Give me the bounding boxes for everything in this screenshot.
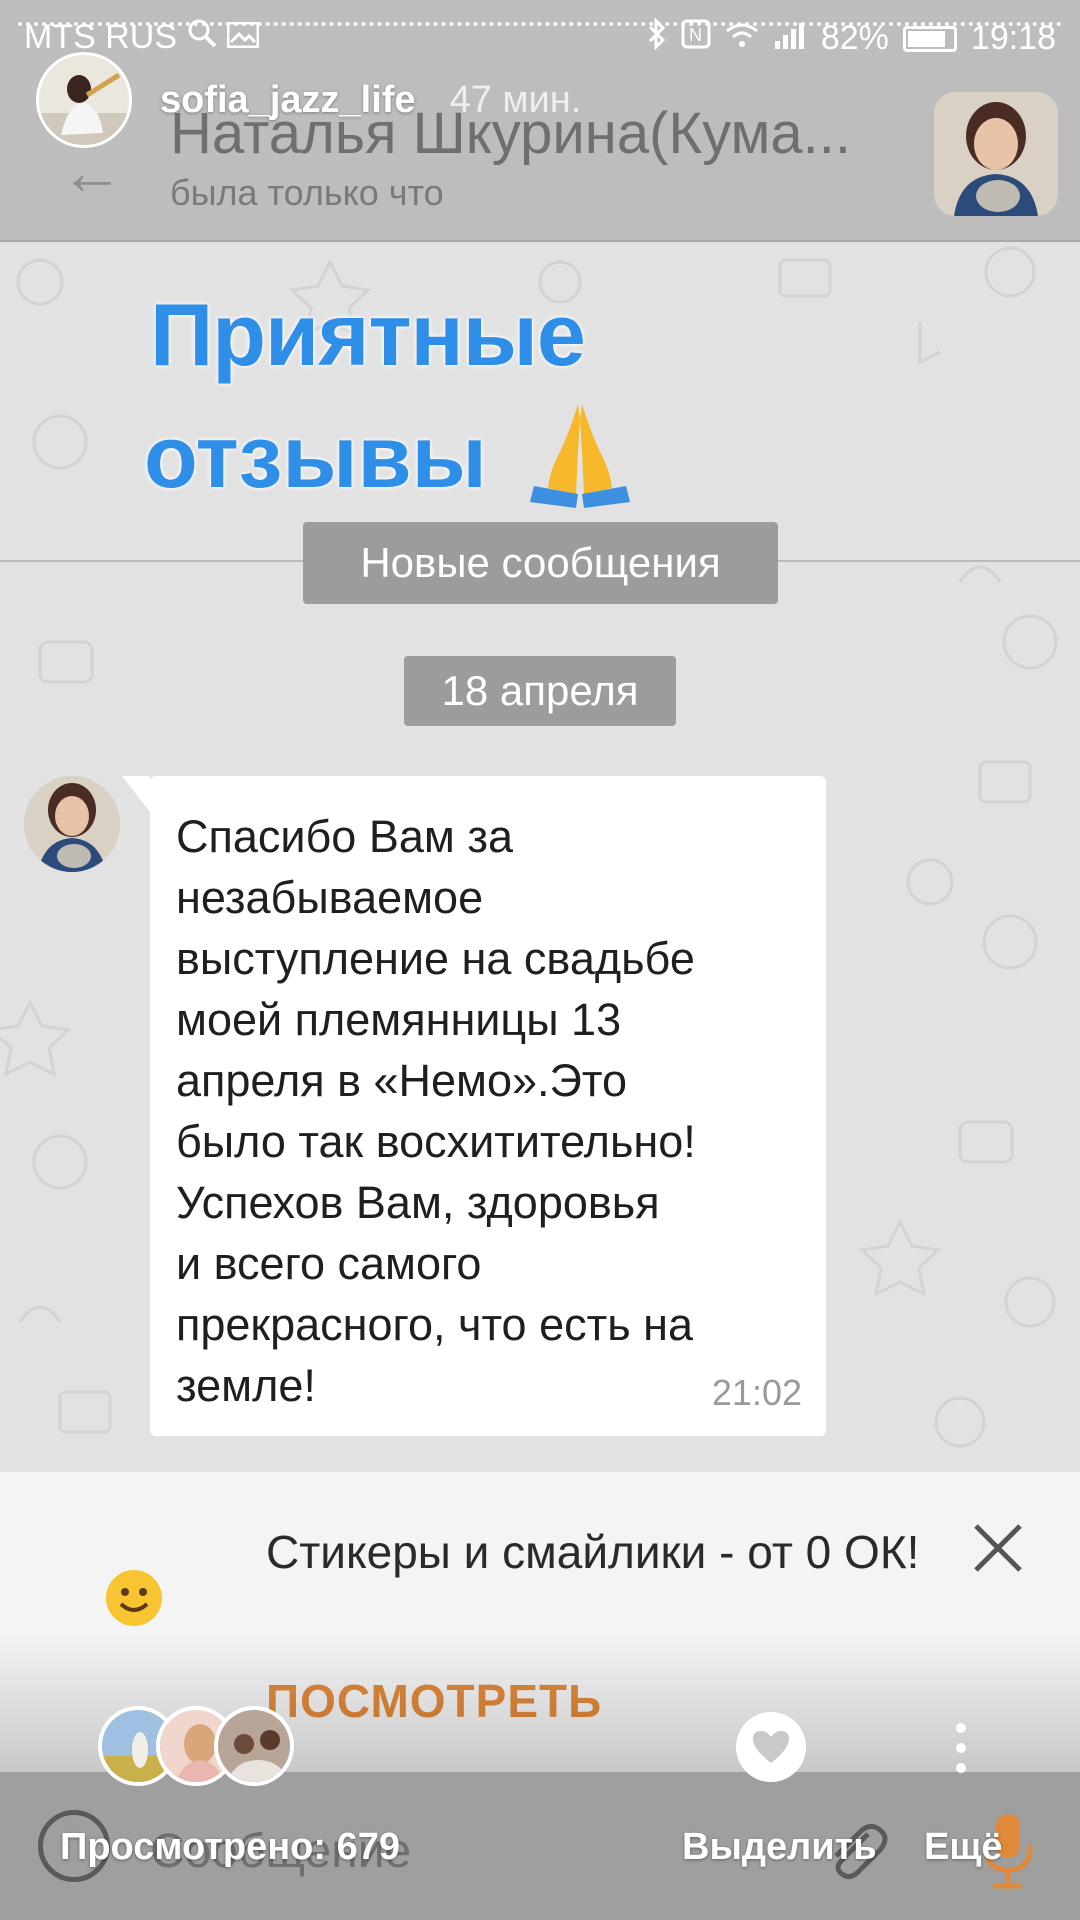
more-vertical-icon[interactable] <box>946 1718 976 1778</box>
clock: 19:18 <box>970 19 1056 57</box>
message-time: 21:02 <box>711 1372 802 1413</box>
message-text: Спасибо Вам за незабываемое выступление … <box>176 811 696 1411</box>
smiley-icon <box>104 1568 164 1628</box>
contact-status: была только что <box>170 172 444 213</box>
select-button[interactable]: Выделить <box>682 1826 877 1869</box>
overlay-title-line2: отзывы <box>144 407 487 506</box>
wifi-icon <box>725 19 759 58</box>
battery-percent: 82% <box>820 19 889 57</box>
message-sender-avatar[interactable] <box>24 776 120 872</box>
heart-icon[interactable] <box>736 1712 806 1782</box>
svg-text:N: N <box>689 25 702 45</box>
signal-icon <box>773 19 807 58</box>
more-button[interactable]: Ещё <box>924 1826 1003 1869</box>
viewer-avatar <box>214 1706 294 1786</box>
views-count[interactable]: Просмотрено: 679 <box>60 1826 400 1869</box>
story-avatar[interactable] <box>36 52 132 148</box>
close-icon[interactable] <box>966 1516 1030 1580</box>
new-messages-label: Новые сообщения <box>303 522 778 604</box>
story-time: 47 мин. <box>449 78 582 121</box>
praying-hands-icon <box>520 390 640 510</box>
overlay-title-line1: Приятные <box>150 285 586 384</box>
bluetooth-icon <box>647 17 667 59</box>
back-arrow-icon[interactable]: ← <box>60 140 124 204</box>
promo-text: Стикеры и смайлики - от 0 ОК! <box>266 1526 920 1578</box>
nfc-icon: N <box>681 19 711 58</box>
story-username[interactable]: sofia_jazz_life <box>160 79 416 122</box>
story-account[interactable]: sofia_jazz_life 47 мин. <box>36 52 581 148</box>
story-viewers[interactable] <box>98 1706 318 1786</box>
message-bubble[interactable]: Спасибо Вам за незабываемое выступление … <box>122 776 826 1436</box>
chat-area: Приятные отзывы Новые сообщения 18 апрел… <box>0 242 1080 1472</box>
date-label: 18 апреля <box>404 656 676 726</box>
battery-icon <box>902 25 957 52</box>
contact-avatar[interactable] <box>934 92 1058 216</box>
